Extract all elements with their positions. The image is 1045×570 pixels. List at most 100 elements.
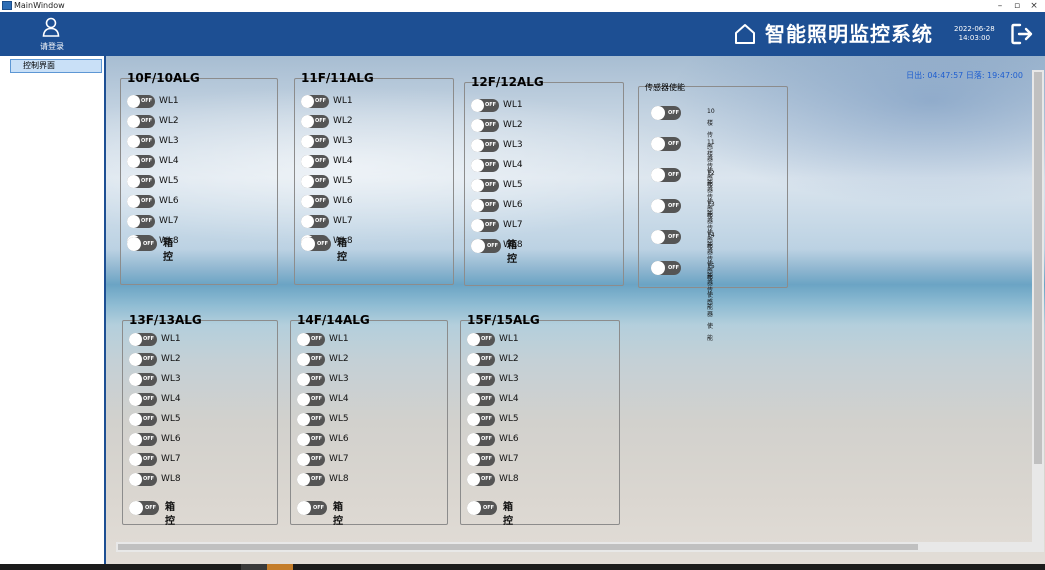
sidebar-item-control[interactable]: 控制界面 (10, 59, 102, 73)
toggle-switch[interactable]: OFF (467, 453, 495, 466)
toggle-switch[interactable]: OFF (127, 95, 155, 108)
toggle-knob (129, 453, 142, 466)
toggle-switch[interactable]: OFF (297, 333, 325, 346)
toggle-switch[interactable]: OFF (471, 99, 499, 112)
toggle-switch[interactable]: OFF (651, 230, 681, 244)
horizontal-scrollbar[interactable] (116, 542, 1032, 552)
toggle-state: OFF (668, 141, 680, 147)
line-label: WL4 (503, 160, 523, 170)
toggle-switch[interactable]: OFF (651, 261, 681, 275)
toggle-switch[interactable]: OFF (129, 393, 157, 406)
toggle-switch[interactable]: OFF (129, 453, 157, 466)
toggle-switch[interactable]: OFF (301, 115, 329, 128)
toggle-switch[interactable]: OFF (127, 215, 155, 228)
toggle-switch[interactable]: OFF (651, 137, 681, 151)
toggle-state: OFF (311, 416, 323, 422)
toggle-switch[interactable]: OFF (301, 175, 329, 188)
toggle-switch[interactable]: OFF (127, 135, 155, 148)
login-label: 请登录 (40, 42, 64, 51)
toggle-switch[interactable]: OFF (297, 433, 325, 446)
toggle-switch[interactable]: OFF (651, 106, 681, 120)
toggle-knob (651, 168, 665, 182)
close-icon[interactable]: × (1027, 0, 1041, 12)
floor-group: 11F/11ALG OFF WL1 OFF WL2 OFF WL3 OFF WL4 OFF WL5 O… (294, 71, 454, 285)
toggle-switch[interactable]: OFF (301, 195, 329, 208)
toggle-switch[interactable]: OFF (129, 413, 157, 426)
toggle-switch[interactable]: OFF (651, 168, 681, 182)
toggle-switch[interactable]: OFF (301, 155, 329, 168)
toggle-switch[interactable]: OFF (129, 353, 157, 366)
toggle-switch[interactable]: OFF (297, 353, 325, 366)
line-label: WL6 (499, 434, 519, 444)
line-label: WL4 (499, 394, 519, 404)
toggle-switch[interactable]: OFF (129, 333, 157, 346)
taskbar-app[interactable] (267, 564, 293, 570)
toggle-switch[interactable]: OFF (467, 393, 495, 406)
floor-group-title: 12F/12ALG (471, 75, 544, 89)
toggle-state: OFF (485, 142, 497, 148)
toggle-switch[interactable]: OFF (471, 159, 499, 172)
toggle-state: OFF (141, 138, 153, 144)
taskbar-app[interactable] (241, 564, 267, 570)
toggle-switch[interactable]: OFF (297, 453, 325, 466)
line-label: WL2 (503, 120, 523, 130)
toggle-switch[interactable]: OFF (471, 239, 501, 253)
toggle-state: OFF (485, 122, 497, 128)
logout-icon[interactable] (1010, 22, 1034, 46)
toggle-state: OFF (315, 118, 327, 124)
login-button[interactable]: 请登录 (0, 12, 104, 56)
toggle-switch[interactable]: OFF (297, 373, 325, 386)
toggle-state: OFF (143, 376, 155, 382)
minimize-icon[interactable]: – (993, 0, 1007, 12)
vertical-scrollbar[interactable] (1032, 70, 1044, 552)
toggle-knob (471, 159, 484, 172)
toggle-switch[interactable]: OFF (297, 473, 325, 486)
toggle-switch[interactable]: OFF (467, 501, 497, 515)
horizontal-scroll-thumb[interactable] (118, 544, 918, 550)
line-label: WL3 (503, 140, 523, 150)
line-label: WL7 (159, 216, 179, 226)
toggle-switch[interactable]: OFF (467, 373, 495, 386)
vertical-scroll-thumb[interactable] (1034, 72, 1042, 464)
toggle-switch[interactable]: OFF (127, 195, 155, 208)
toggle-switch[interactable]: OFF (127, 155, 155, 168)
toggle-switch[interactable]: OFF (129, 473, 157, 486)
line-label: WL4 (329, 394, 349, 404)
toggle-switch[interactable]: OFF (467, 473, 495, 486)
toggle-state: OFF (483, 505, 495, 511)
toggle-switch[interactable]: OFF (467, 433, 495, 446)
toggle-switch[interactable]: OFF (297, 393, 325, 406)
line-label: WL1 (329, 334, 349, 344)
toggle-switch[interactable]: OFF (127, 115, 155, 128)
toggle-switch[interactable]: OFF (467, 413, 495, 426)
home-icon[interactable] (734, 23, 756, 45)
toggle-switch[interactable]: OFF (651, 199, 681, 213)
toggle-switch[interactable]: OFF (129, 373, 157, 386)
line-label: WL3 (161, 374, 181, 384)
toggle-switch[interactable]: OFF (301, 135, 329, 148)
toggle-switch[interactable]: OFF (471, 199, 499, 212)
toggle-switch[interactable]: OFF (467, 333, 495, 346)
toggle-knob (301, 95, 314, 108)
line-label: WL2 (161, 354, 181, 364)
toggle-knob (301, 175, 314, 188)
toggle-switch[interactable]: OFF (297, 413, 325, 426)
toggle-switch[interactable]: OFF (301, 215, 329, 228)
datetime: 2022-06-28 14:03:00 (954, 25, 995, 43)
toggle-switch[interactable]: OFF (471, 179, 499, 192)
toggle-switch[interactable]: OFF (297, 501, 327, 515)
toggle-switch[interactable]: OFF (127, 237, 157, 251)
toggle-switch[interactable]: OFF (127, 175, 155, 188)
toggle-knob (651, 106, 665, 120)
restore-icon[interactable]: ▫ (1010, 0, 1024, 12)
toggle-switch[interactable]: OFF (301, 237, 331, 251)
toggle-switch[interactable]: OFF (129, 501, 159, 515)
toggle-switch[interactable]: OFF (129, 433, 157, 446)
toggle-switch[interactable]: OFF (471, 119, 499, 132)
toggle-knob (651, 199, 665, 213)
toggle-switch[interactable]: OFF (471, 219, 499, 232)
toggle-switch[interactable]: OFF (467, 353, 495, 366)
toggle-switch[interactable]: OFF (301, 95, 329, 108)
toggle-knob (297, 453, 310, 466)
toggle-switch[interactable]: OFF (471, 139, 499, 152)
